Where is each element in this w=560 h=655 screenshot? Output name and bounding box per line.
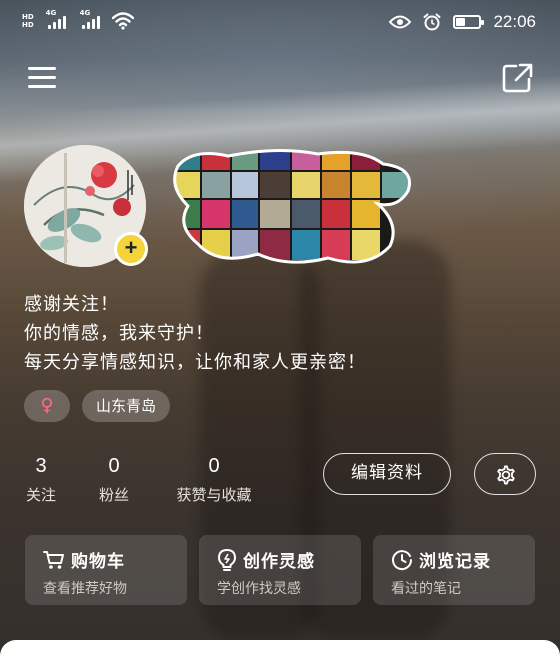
card-subtitle: 学创作找灵感 <box>217 581 301 597</box>
card-browsing-history[interactable]: 浏览记录 看过的笔记 <box>373 535 535 605</box>
card-title: 创作灵感 <box>243 552 315 572</box>
location-tag: 山东青岛 <box>82 390 171 422</box>
content-sheet <box>0 640 560 655</box>
stat-value: 3 <box>35 455 47 477</box>
clock-icon <box>392 549 413 570</box>
profile-tags: ♀ 山东青岛 <box>24 390 171 422</box>
edit-profile-button[interactable]: 编辑资料 <box>323 453 451 495</box>
hamburger-menu-icon[interactable] <box>26 64 58 92</box>
lightbulb-icon <box>218 548 236 571</box>
bio-line: 感谢关注！ <box>24 294 119 315</box>
redacted-username <box>173 148 411 264</box>
card-creation-inspiration[interactable]: 创作灵感 学创作找灵感 <box>199 535 361 605</box>
gender-female-icon: ♀ <box>24 390 70 422</box>
alarm-icon <box>423 13 441 31</box>
gear-icon <box>497 465 515 485</box>
stat-likes-collections[interactable]: 0 获赞与收藏 <box>171 452 257 505</box>
card-shopping-cart[interactable]: 购物车 查看推荐好物 <box>25 535 187 605</box>
stat-label: 获赞与收藏 <box>176 486 252 504</box>
card-subtitle: 查看推荐好物 <box>43 581 127 597</box>
battery-icon <box>453 15 485 29</box>
status-bar: HD HD 4G 4G 22:06 <box>0 0 560 48</box>
share-external-icon[interactable] <box>501 62 535 94</box>
card-title: 购物车 <box>71 552 125 572</box>
cart-icon <box>43 550 64 569</box>
wifi-icon <box>111 12 134 30</box>
card-title: 浏览记录 <box>419 552 491 572</box>
signal-icon: 4G <box>80 9 100 29</box>
profile-bio: 感谢关注！ 你的情感，我来守护！ 每天分享情感知识，让你和家人更亲密！ <box>24 290 366 377</box>
stat-followers[interactable]: 0 粉丝 <box>97 452 131 505</box>
clock-time: 22:06 <box>493 12 536 31</box>
stat-value: 0 <box>208 455 220 477</box>
stat-following[interactable]: 3 关注 <box>24 452 58 505</box>
bio-line: 你的情感，我来守护！ <box>24 323 214 344</box>
hd-indicator: HD HD <box>22 13 34 29</box>
stat-label: 关注 <box>25 486 56 504</box>
stat-label: 粉丝 <box>98 486 129 504</box>
eye-icon <box>389 15 412 29</box>
settings-button[interactable] <box>474 453 536 495</box>
signal-icon: 4G <box>46 9 66 29</box>
card-subtitle: 看过的笔记 <box>391 581 461 597</box>
add-avatar-button[interactable]: + <box>114 232 148 266</box>
bio-line: 每天分享情感知识，让你和家人更亲密！ <box>24 352 366 373</box>
stat-value: 0 <box>108 455 120 477</box>
